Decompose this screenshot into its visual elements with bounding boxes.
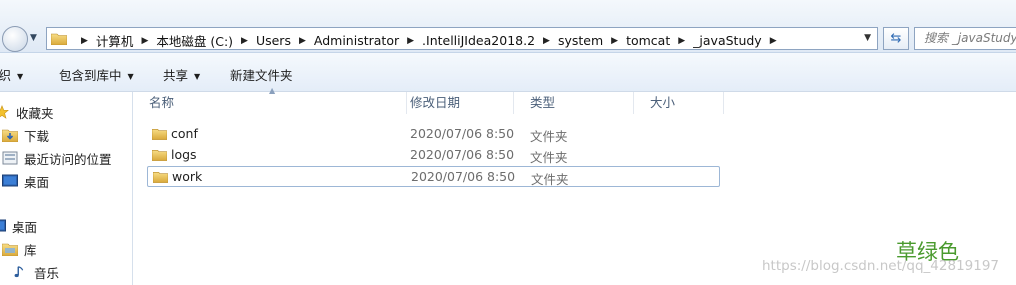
library-icon [2, 243, 18, 256]
chevron-down-icon: ▼ [17, 72, 24, 81]
folder-icon [152, 129, 167, 140]
file-name: logs [171, 147, 197, 162]
new-folder-button[interactable]: 新建文件夹 [230, 65, 293, 84]
nav-item-music[interactable]: 音乐 [12, 262, 59, 282]
include-in-library-label: 包含到库中 [59, 68, 122, 83]
table-row[interactable]: conf 2020/07/06 8:50 文件夹 [147, 124, 720, 145]
column-header-size[interactable]: 大小 [634, 92, 724, 114]
download-icon [2, 129, 18, 142]
watermark: https://blog.csdn.net/qq_42819197 [762, 258, 1000, 274]
recent-places-icon [2, 151, 18, 165]
breadcrumb-separator-icon[interactable]: ▶ [770, 36, 777, 46]
nav-label: 桌面 [12, 219, 38, 235]
desktop-icon [2, 174, 18, 187]
history-dropdown-icon[interactable]: ▼ [30, 33, 37, 43]
nav-label: 最近访问的位置 [24, 151, 112, 167]
nav-item-libraries[interactable]: 库 [2, 239, 37, 259]
breadcrumb-separator-icon[interactable]: ▶ [543, 36, 550, 46]
nav-item-desktop[interactable]: 桌面 [0, 216, 37, 236]
breadcrumb-separator-icon[interactable]: ▶ [611, 36, 618, 46]
breadcrumb-tomcat[interactable]: tomcat [626, 33, 670, 48]
star-icon [0, 105, 9, 119]
breadcrumb-javastudy[interactable]: _javaStudy [693, 33, 762, 48]
table-row-selected[interactable]: work 2020/07/06 8:50 文件夹 [147, 166, 720, 187]
file-type: 文件夹 [531, 172, 569, 187]
folder-icon [51, 33, 67, 45]
column-header-modified[interactable]: 修改日期 [394, 92, 514, 114]
nav-item-downloads[interactable]: 下载 [2, 125, 49, 145]
share-label: 共享 [163, 68, 189, 83]
address-bar-row: ▼ ▶ 计算机 ▶ 本地磁盘 (C:) ▶ Users ▶ Administra… [0, 0, 1016, 53]
include-in-library-button[interactable]: 包含到库中 ▼ [59, 65, 134, 84]
file-modified: 2020/07/06 8:50 [410, 126, 515, 141]
refresh-icon[interactable]: ⇆ [883, 27, 909, 50]
chevron-down-icon: ▼ [194, 72, 201, 81]
breadcrumb: ▶ 计算机 ▶ 本地磁盘 (C:) ▶ Users ▶ Administrato… [73, 31, 785, 50]
folder-icon [153, 172, 168, 183]
file-name: work [172, 169, 203, 184]
breadcrumb-administrator[interactable]: Administrator [314, 33, 399, 48]
file-type: 文件夹 [530, 150, 568, 165]
search-input[interactable]: 搜索 _javaStudy [914, 27, 1016, 50]
breadcrumb-separator-icon[interactable]: ▶ [678, 36, 685, 46]
breadcrumb-separator-icon[interactable]: ▶ [141, 36, 148, 46]
chevron-down-icon: ▼ [127, 72, 134, 81]
breadcrumb-separator-icon[interactable]: ▶ [81, 36, 88, 46]
folder-icon [152, 150, 167, 161]
breadcrumb-separator-icon[interactable]: ▶ [407, 36, 414, 46]
command-bar: 组织 ▼ 包含到库中 ▼ 共享 ▼ 新建文件夹 [0, 53, 1016, 92]
file-modified: 2020/07/06 8:50 [411, 169, 516, 184]
file-modified: 2020/07/06 8:50 [410, 147, 515, 162]
nav-label: 库 [24, 242, 37, 258]
nav-label: 收藏夹 [16, 105, 54, 121]
table-row[interactable]: logs 2020/07/06 8:50 文件夹 [147, 145, 720, 166]
music-icon [14, 266, 24, 278]
share-button[interactable]: 共享 ▼ [163, 65, 200, 84]
desktop-icon [0, 219, 6, 232]
nav-label: 桌面 [24, 174, 50, 190]
nav-label: 下载 [24, 128, 50, 144]
breadcrumb-intellij[interactable]: .IntelliJIdea2018.2 [422, 33, 535, 48]
breadcrumb-local-disk[interactable]: 本地磁盘 (C:) [156, 31, 233, 50]
column-header-name[interactable]: 名称 [133, 92, 407, 114]
file-name: conf [171, 126, 198, 141]
address-dropdown-icon[interactable]: ▼ [864, 33, 871, 43]
breadcrumb-separator-icon[interactable]: ▶ [241, 36, 248, 46]
address-bar[interactable]: ▶ 计算机 ▶ 本地磁盘 (C:) ▶ Users ▶ Administrato… [46, 27, 878, 50]
nav-item-favorites[interactable]: 收藏夹 [0, 102, 54, 122]
breadcrumb-computer[interactable]: 计算机 [96, 31, 134, 50]
navigation-pane: 收藏夹 下载 最近访问的位置 桌面 桌面 库 音乐 [0, 92, 133, 285]
back-icon[interactable] [2, 26, 28, 52]
organize-menu-button[interactable]: 组织 ▼ [0, 65, 23, 84]
nav-label: 音乐 [34, 265, 60, 281]
breadcrumb-users[interactable]: Users [256, 33, 291, 48]
file-list: ▲ 名称 修改日期 类型 大小 conf 2020/07/06 8:50 文件夹… [133, 86, 1016, 285]
file-type: 文件夹 [530, 129, 568, 144]
breadcrumb-separator-icon[interactable]: ▶ [299, 36, 306, 46]
nav-item-desktop-favorite[interactable]: 桌面 [2, 171, 49, 191]
breadcrumb-system[interactable]: system [558, 33, 603, 48]
column-header-type[interactable]: 类型 [514, 92, 634, 114]
organize-label: 组织 [0, 68, 12, 83]
nav-item-recent[interactable]: 最近访问的位置 [2, 148, 112, 168]
